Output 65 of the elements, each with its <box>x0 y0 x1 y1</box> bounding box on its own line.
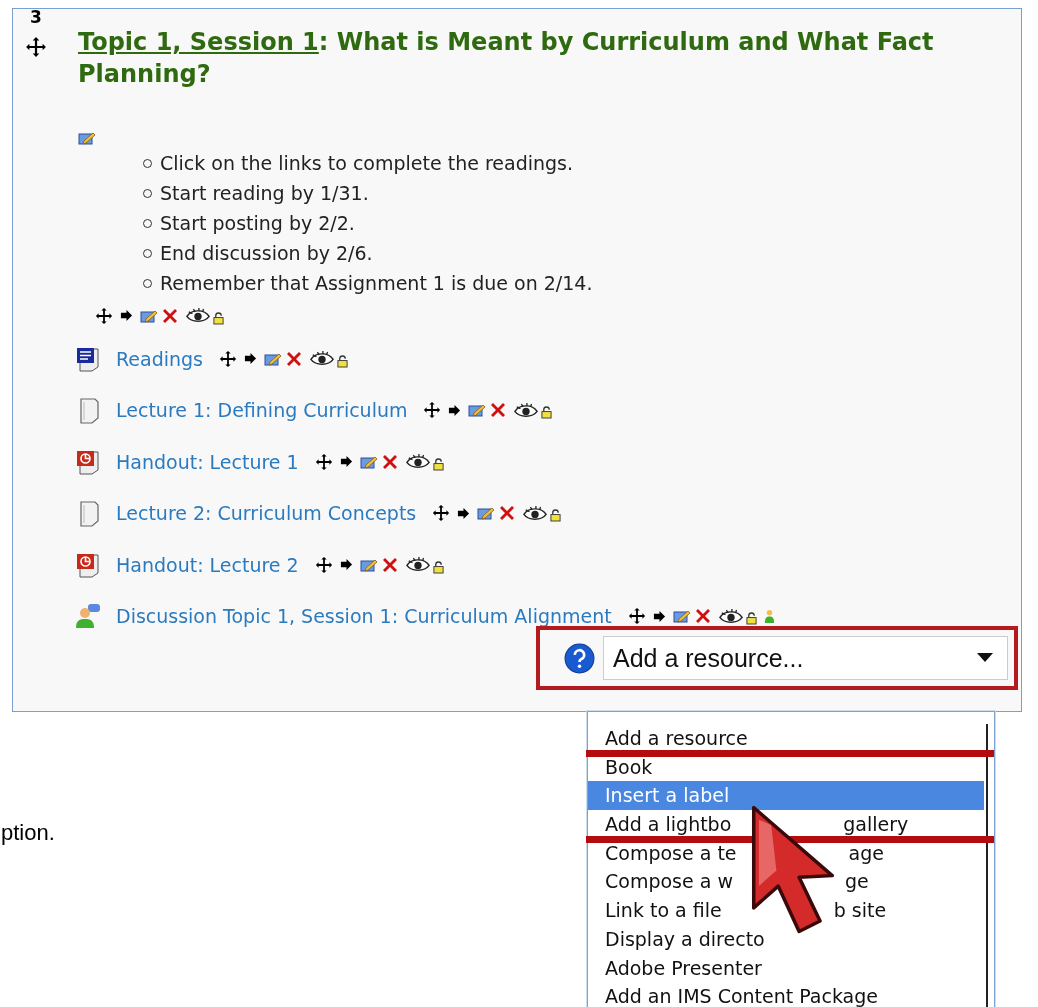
move-icon[interactable] <box>314 452 333 471</box>
section-title: Topic 1, Session 1: What is Meant by Curriculum and What Fact <box>78 27 934 58</box>
caret-icon <box>977 653 993 663</box>
delete-icon[interactable] <box>285 349 304 368</box>
arrow-right-icon[interactable] <box>244 352 258 366</box>
lock-icon[interactable] <box>213 311 224 325</box>
summary-text: Start posting by 2/2. <box>160 211 355 236</box>
arrow-right-icon[interactable] <box>652 609 666 623</box>
resource-link[interactable]: Handout: Lecture 2 <box>116 553 299 576</box>
add-resource-select[interactable]: Add a resource... <box>603 636 1008 680</box>
arrow-right-icon[interactable] <box>448 403 462 417</box>
dropdown-option[interactable]: Add an IMS Content Package <box>588 982 984 1007</box>
resource-link[interactable]: Discussion Topic 1, Session 1: Curriculum Alignment <box>116 605 612 628</box>
delete-icon[interactable] <box>498 504 517 523</box>
eye-icon[interactable] <box>718 606 743 626</box>
summary-text: Start reading by 1/31. <box>160 181 369 206</box>
lock-icon[interactable] <box>337 354 349 368</box>
dropdown-option[interactable]: Adobe Presenter <box>588 953 984 983</box>
resource-link[interactable]: Lecture 1: Defining Curriculum <box>116 399 408 422</box>
move-icon[interactable] <box>314 555 333 574</box>
dropdown-option[interactable]: Display a directo <box>588 924 984 954</box>
person-icon[interactable] <box>763 608 775 624</box>
dropdown-option[interactable]: Compose a te age <box>588 838 984 868</box>
edit-icon[interactable] <box>468 402 487 419</box>
edit-icon[interactable] <box>78 130 96 146</box>
move-icon[interactable] <box>219 349 238 368</box>
dropdown-option[interactable]: Link to a file b site <box>588 896 984 925</box>
edit-icon[interactable] <box>477 505 496 522</box>
lock-icon[interactable] <box>432 560 444 574</box>
dropdown-option[interactable]: Add a resource <box>588 724 984 753</box>
lock-icon[interactable] <box>550 509 562 523</box>
eye-icon[interactable] <box>523 503 548 523</box>
section-title: Planning? <box>78 59 212 90</box>
arrow-right-icon[interactable] <box>339 558 353 572</box>
arrow-right-icon[interactable] <box>339 455 353 469</box>
summary-text: Click on the links to complete the readings. <box>160 151 573 176</box>
move-icon[interactable] <box>423 401 442 420</box>
dropdown-option[interactable]: Book <box>588 752 984 782</box>
delete-icon[interactable] <box>161 306 179 325</box>
instruction-text: ption. <box>1 820 55 846</box>
lock-icon[interactable] <box>745 612 757 626</box>
move-icon[interactable] <box>432 504 451 523</box>
help-icon[interactable] <box>564 642 595 674</box>
lock-icon[interactable] <box>541 406 553 420</box>
eye-icon[interactable] <box>186 306 210 325</box>
move-icon[interactable] <box>95 306 113 325</box>
dropdown-option[interactable]: Compose a w ge <box>588 867 984 897</box>
dropdown-option[interactable]: Insert a label <box>588 781 984 811</box>
section-title-link[interactable]: Topic 1, Session 1 <box>78 28 319 56</box>
resource-link[interactable]: Lecture 2: Curriculum Concepts <box>116 502 417 525</box>
arrow-right-icon[interactable] <box>120 309 133 322</box>
move-icon[interactable] <box>627 607 646 626</box>
lock-icon[interactable] <box>432 457 444 471</box>
arrow-right-icon[interactable] <box>457 506 471 520</box>
resource-link[interactable]: Handout: Lecture 1 <box>116 450 299 473</box>
resource-link[interactable]: Readings <box>116 347 204 370</box>
section-number: 3 <box>30 7 42 27</box>
edit-icon[interactable] <box>672 608 691 625</box>
move-icon[interactable] <box>25 36 47 58</box>
delete-icon[interactable] <box>489 401 508 420</box>
summary-text: Remember that Assignment 1 is due on 2/14. <box>160 271 593 296</box>
forum-icon <box>74 602 102 631</box>
summary-text: End discussion by 2/6. <box>160 241 373 266</box>
dropdown-option[interactable]: Add a lightbo gallery <box>588 810 984 839</box>
eye-icon[interactable] <box>514 400 539 420</box>
